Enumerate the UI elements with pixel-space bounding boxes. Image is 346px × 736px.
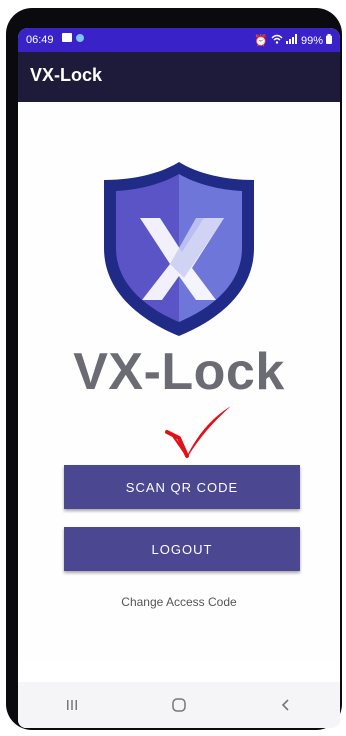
wifi-icon (271, 34, 283, 47)
status-time: 06:49 (26, 34, 54, 46)
main-content: VX-Lock SCAN QR CODE LOGOUT Change Acces… (18, 102, 340, 662)
notification-dot-icon (76, 33, 84, 42)
red-checkmark-icon (165, 406, 231, 458)
screen: 06:49 ⏰ 99% VX-Lock VX-Lock SCAN QR CODE… (18, 28, 340, 728)
scan-qr-code-button[interactable]: SCAN QR CODE (64, 465, 300, 509)
home-icon[interactable] (159, 690, 199, 720)
status-bar: 06:49 ⏰ 99% (18, 28, 340, 52)
change-access-code-link[interactable]: Change Access Code (18, 595, 340, 609)
status-right-icons: ⏰ 99% (254, 34, 332, 47)
navigation-bar (18, 682, 340, 728)
status-left-icons (62, 33, 84, 42)
battery-percent: 99% (300, 34, 323, 47)
alarm-icon: ⏰ (254, 35, 268, 47)
phone-frame: 06:49 ⏰ 99% VX-Lock VX-Lock SCAN QR CODE… (6, 8, 342, 730)
brand-text: VX-Lock (73, 343, 285, 401)
logout-button[interactable]: LOGOUT (64, 527, 300, 571)
recent-apps-icon[interactable] (52, 690, 92, 720)
signal-icon (285, 34, 298, 47)
battery-icon (326, 34, 332, 47)
back-icon[interactable] (266, 690, 306, 720)
app-title: VX-Lock (30, 65, 103, 85)
vx-lock-shield-logo (104, 162, 254, 336)
app-bar: VX-Lock (18, 52, 340, 102)
image-icon (62, 33, 72, 42)
